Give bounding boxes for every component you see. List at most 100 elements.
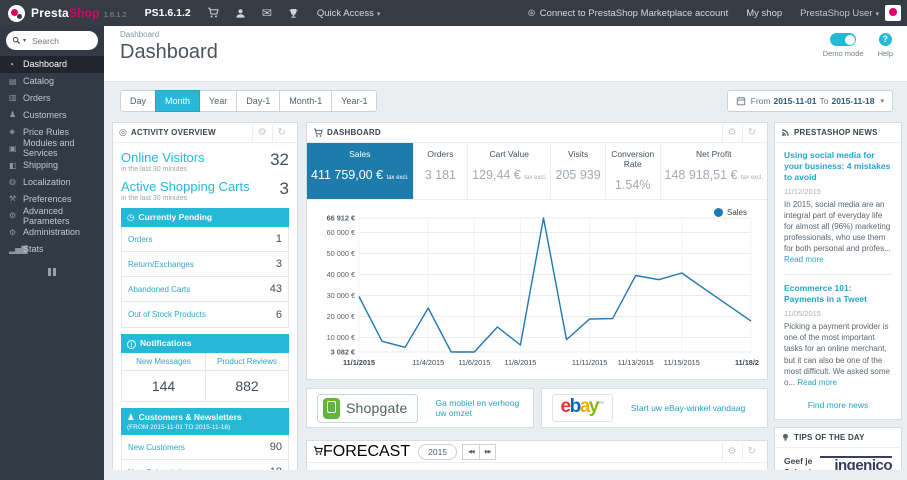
news-article-title[interactable]: Ecommerce 101: Payments in a Tweet (784, 283, 892, 305)
svg-text:20 000 €: 20 000 € (327, 312, 355, 321)
svg-text:60 000 €: 60 000 € (327, 228, 355, 237)
filter-month-1-button[interactable]: Month-1 (279, 90, 333, 112)
sidebar-item-label: Price Rules (23, 126, 70, 137)
ebay-link[interactable]: Start uw eBay-winkel vandaag (631, 403, 745, 413)
gear-icon[interactable]: ⚙ (251, 123, 272, 142)
person-icon[interactable] (235, 8, 246, 19)
kpi-visits[interactable]: Visits 205 939 (551, 143, 606, 199)
kpi-label: Conversion Rate (611, 149, 655, 169)
kpi-conversion-rate[interactable]: Conversion Rate 1.54% (606, 143, 661, 199)
kpi-label: Sales (349, 149, 371, 159)
search-scope-caret[interactable]: ▾ (23, 37, 26, 44)
svg-text:66 912 €: 66 912 € (327, 213, 355, 222)
sidebar-item-advanced-parameters[interactable]: ⚙ Advanced Parameters (0, 206, 104, 226)
filter-month-button[interactable]: Month (155, 90, 201, 112)
new-customers-link[interactable]: New Customers (128, 443, 185, 452)
online-visitors-link[interactable]: Online Visitors (121, 150, 289, 165)
read-more-link[interactable]: Read more (784, 255, 824, 264)
chart-legend-sales[interactable]: Sales (713, 208, 747, 217)
sidebar-item-localization[interactable]: ◍ Localization (0, 174, 104, 191)
sidebar-item-modules-and-services[interactable]: ▣ Modules and Services (0, 138, 104, 158)
new-messages-value: 144 (151, 378, 176, 394)
out-of-stock-link[interactable]: Out of Stock Products (128, 310, 206, 319)
online-visitors-sub: in the last 30 minutes (121, 166, 188, 173)
forecast-prev-button[interactable]: ◀◀ (462, 443, 480, 460)
table-row: New Customers 90 (122, 435, 288, 460)
read-more-link[interactable]: Read more (797, 378, 837, 387)
filter-year-1-button[interactable]: Year-1 (331, 90, 378, 112)
cart-icon (313, 443, 323, 461)
new-subscriptions-link[interactable]: New Subscriptions (128, 468, 194, 471)
forecast-year: 2015 (418, 443, 458, 460)
find-more-news-link[interactable]: Find more news (784, 400, 892, 410)
search-input[interactable] (30, 34, 87, 47)
svg-text:11/15/2015: 11/15/2015 (664, 358, 700, 367)
forecast-panel-title: FORECAST (323, 442, 411, 460)
refresh-icon[interactable]: ↻ (741, 123, 761, 142)
date-to: 2015-11-18 (831, 96, 875, 106)
kpi-cart-value[interactable]: Cart Value 129,44 € tax excl. (468, 143, 552, 199)
user-avatar[interactable] (885, 5, 901, 21)
sidebar-item-customers[interactable]: ♟ Customers (0, 106, 104, 123)
forecast-next-button[interactable]: ▶▶ (478, 443, 497, 460)
calendar-icon (736, 96, 745, 106)
demo-mode-toggle[interactable] (830, 33, 857, 46)
marketplace-link[interactable]: ⊛ Connect to PrestaShop Marketplace accou… (527, 8, 728, 19)
puzzle-icon: ▣ (9, 143, 17, 153)
kpi-value: 411 759,00 € (311, 168, 384, 182)
cart-icon (313, 127, 323, 138)
shopgate-link[interactable]: Ga mobiel en verhoog uw omzet (436, 398, 523, 418)
sidebar-item-administration[interactable]: ⚙ Administration (0, 224, 104, 241)
notifications-header: ! Notifications (121, 334, 289, 353)
sidebar-item-catalog[interactable]: ▤ Catalog (0, 73, 104, 90)
shop-name: PS1.6.1.2 (144, 7, 191, 19)
help-icon[interactable]: ? (878, 33, 892, 46)
sidebar-item-shipping[interactable]: ◧ Shipping (0, 157, 104, 174)
cart-icon[interactable] (207, 7, 219, 19)
gear-icon[interactable]: ⚙ (721, 123, 742, 142)
svg-text:11/11/2015: 11/11/2015 (572, 358, 607, 367)
date-range-picker[interactable]: From 2015-11-01 To 2015-11-18 ▾ (726, 90, 893, 112)
quick-access-menu[interactable]: Quick Access ▾ (317, 8, 381, 19)
abandoned-carts-link[interactable]: Abandoned Carts (128, 285, 190, 294)
kpi-suffix: tax excl. (386, 175, 409, 181)
gear-icon: ⚙ (9, 227, 17, 237)
my-shop-link[interactable]: My shop (746, 8, 782, 19)
filter-year-button[interactable]: Year (199, 90, 238, 112)
sidebar-search[interactable]: ▾ (6, 31, 98, 50)
user-menu[interactable]: PrestaShop User ▾ (800, 8, 879, 19)
returns-link[interactable]: Return/Exchanges (128, 260, 194, 269)
lightbulb-icon (781, 433, 790, 442)
new-messages-link[interactable]: New Messages (122, 353, 205, 371)
envelope-icon[interactable]: ✉ (262, 7, 272, 19)
tips-of-the-day-panel: TIPS OF THE DAY ingenico Payment service… (774, 426, 902, 470)
news-article: Ecommerce 101: Payments in a Tweet 11/05… (784, 283, 892, 387)
sidebar-item-label: Shipping (23, 160, 59, 171)
filter-day-button[interactable]: Day (120, 90, 157, 112)
news-article-title[interactable]: Using social media for your business: 4 … (784, 150, 892, 183)
sidebar-item-stats[interactable]: ▂▅▇ Stats (0, 241, 104, 258)
news-article: Using social media for your business: 4 … (784, 150, 892, 265)
product-reviews-link[interactable]: Product Reviews (205, 353, 288, 371)
breadcrumb: Dashboard (120, 30, 160, 39)
table-row: Out of Stock Products 6 (122, 302, 288, 327)
trophy-icon[interactable] (288, 8, 299, 19)
legend-dot (713, 208, 723, 217)
kpi-sales[interactable]: Sales 411 759,00 € tax excl. (307, 143, 414, 199)
sidebar-item-dashboard[interactable]: ◔ Dashboard (0, 56, 104, 73)
kpi-net-profit[interactable]: Net Profit 148 918,51 € tax excl. (661, 143, 768, 199)
sidebar-item-orders[interactable]: ▥ Orders (0, 90, 104, 107)
kpi-orders[interactable]: Orders 3 181 (414, 143, 469, 199)
prestashop-news-panel: PRESTASHOP NEWS Using social media for y… (774, 122, 902, 420)
shopgate-brand: Shopgate (346, 400, 408, 416)
person-icon: ♟ (127, 412, 135, 422)
active-carts-link[interactable]: Active Shopping Carts (121, 179, 289, 194)
gear-icon[interactable]: ⚙ (721, 442, 742, 461)
news-panel-title: PRESTASHOP NEWS (794, 128, 878, 137)
refresh-icon[interactable]: ↻ (271, 123, 291, 142)
refresh-icon[interactable]: ↻ (741, 442, 761, 461)
filter-day-1-button[interactable]: Day-1 (236, 90, 281, 112)
sidebar-collapse-handle[interactable] (46, 267, 58, 276)
pending-orders-link[interactable]: Orders (128, 235, 152, 244)
kpi-label: Net Profit (696, 149, 732, 159)
